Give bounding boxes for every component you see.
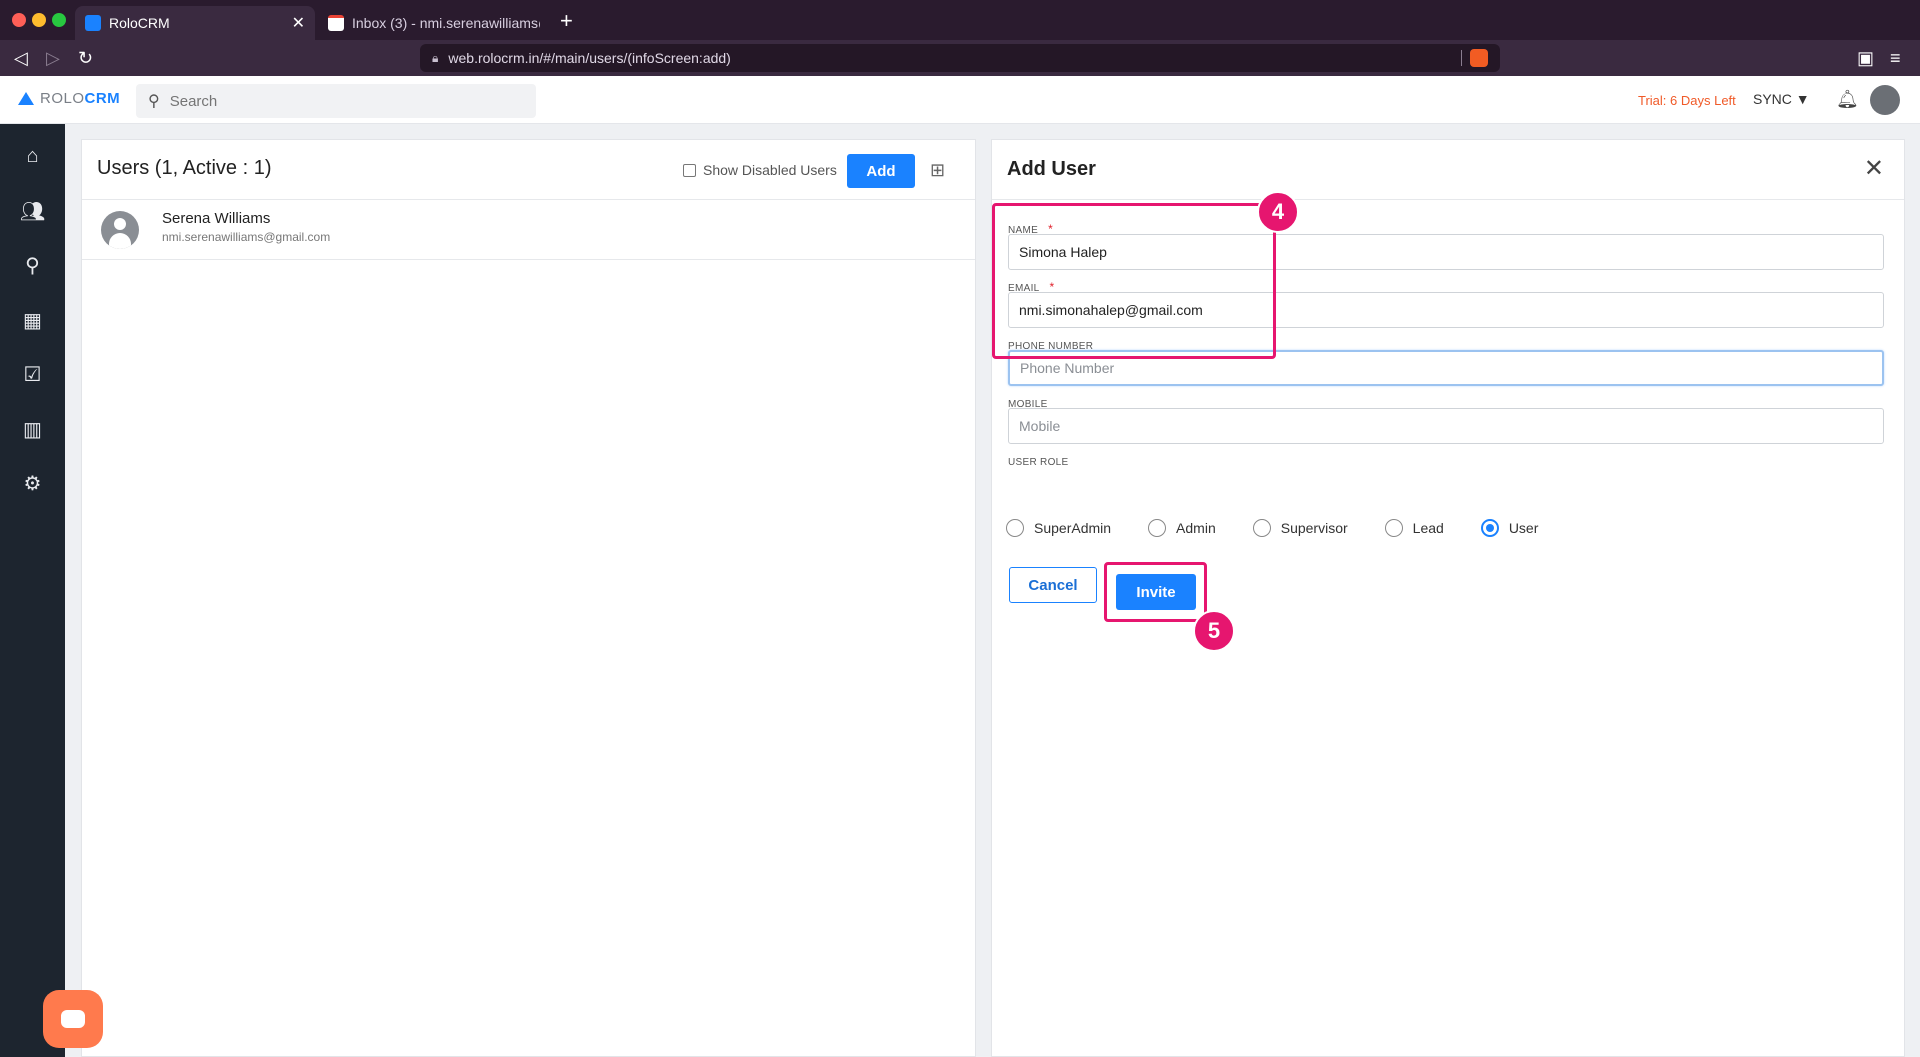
user-avatar (101, 211, 139, 249)
profile-avatar[interactable] (1870, 85, 1900, 115)
user-email: nmi.serenawilliams@gmail.com (162, 230, 331, 244)
sync-dropdown[interactable]: SYNC ▼ (1753, 91, 1810, 107)
logo-mark-icon (18, 92, 34, 105)
radio-lead[interactable] (1384, 519, 1403, 537)
rolocrm-logo[interactable]: ROLO CRM (18, 90, 120, 107)
sidebar-item-locations[interactable]: ⚲ (0, 245, 65, 285)
people-icon: 👥︎ (19, 200, 46, 223)
role-superadmin[interactable]: SuperAdmin (1006, 519, 1111, 537)
caret-down-icon: ▼ (1795, 91, 1810, 107)
lock-icon: 🔒︎ (432, 50, 439, 65)
user-name: Serena Williams (162, 210, 271, 227)
clipboard-check-icon: ☑ (23, 363, 42, 386)
mobile-field[interactable] (1008, 408, 1884, 444)
search-box: ⚲ (136, 84, 536, 118)
role-label: Lead (1412, 520, 1444, 536)
search-icon: ⚲ (148, 93, 160, 110)
chat-icon (61, 1010, 85, 1028)
annotation-box-invite (1104, 562, 1207, 622)
forward-icon[interactable]: ▷ (46, 48, 60, 68)
map-pin-icon: ⚲ (25, 254, 40, 277)
app-header: ROLO CRM ⚲ Trial: 6 Days Left SYNC ▼ 🔔︎ (0, 76, 1920, 124)
tab-rolocrm[interactable]: RoloCRM ✕ (75, 6, 315, 40)
user-list-item[interactable]: Serena Williams nmi.serenawilliams@gmail… (82, 200, 975, 260)
users-panel: Users (1, Active : 1) Show Disabled User… (81, 139, 976, 1057)
show-disabled-checkbox[interactable] (683, 163, 696, 177)
role-admin[interactable]: Admin (1148, 519, 1216, 537)
add-user-button[interactable]: Add (847, 154, 915, 188)
show-disabled-users-toggle[interactable]: Show Disabled Users (683, 162, 837, 178)
user-role-group: SuperAdmin Admin Supervisor Lead User (1006, 519, 1575, 537)
role-user[interactable]: User (1480, 519, 1539, 537)
users-title: Users (1, Active : 1) (97, 157, 272, 179)
rolocrm-favicon-icon (85, 15, 101, 31)
role-label: User (1508, 520, 1539, 536)
annotation-badge-5: 5 (1193, 610, 1235, 652)
bell-icon[interactable]: 🔔︎ (1836, 89, 1859, 110)
radio-admin[interactable] (1148, 519, 1167, 537)
close-icon[interactable]: ✕ (1864, 154, 1884, 183)
url-text: web.rolocrm.in/#/main/users/(infoScreen:… (448, 50, 731, 66)
show-disabled-label: Show Disabled Users (703, 162, 837, 178)
building-icon: ▥ (23, 418, 42, 441)
chat-widget-button[interactable] (43, 990, 103, 1048)
sidebar-item-settings[interactable]: ⚙ (0, 463, 65, 503)
wallet-icon[interactable]: ▣ (1857, 48, 1874, 69)
search-input[interactable] (169, 92, 510, 110)
org-chart-icon[interactable]: ⊞ (930, 160, 945, 181)
tab-gmail[interactable]: Inbox (3) - nmi.serenawilliams@gm (318, 6, 550, 40)
users-panel-header: Users (1, Active : 1) Show Disabled User… (82, 140, 975, 200)
add-user-title: Add User (1007, 158, 1096, 180)
reload-icon[interactable]: ↻ (78, 48, 93, 68)
calendar-icon: ▦ (23, 309, 42, 332)
role-lead[interactable]: Lead (1384, 519, 1444, 537)
close-window-button[interactable] (12, 13, 26, 27)
gmail-favicon-icon (328, 15, 344, 31)
role-label: Admin (1176, 520, 1216, 536)
annotation-badge-4: 4 (1257, 191, 1299, 233)
sidebar-item-home[interactable]: ⌂ (0, 136, 65, 176)
sidebar-item-tasks[interactable]: ☑ (0, 354, 65, 394)
address-bar[interactable]: 🔒︎ web.rolocrm.in/#/main/users/(infoScre… (420, 44, 1500, 72)
radio-supervisor[interactable] (1252, 519, 1271, 537)
radio-superadmin[interactable] (1006, 519, 1024, 537)
add-user-header: Add User ✕ (992, 140, 1904, 200)
sidebar-item-reports[interactable]: ▥ (0, 409, 65, 449)
tab-title: Inbox (3) - nmi.serenawilliams@gm (352, 15, 540, 31)
role-label: Supervisor (1280, 520, 1348, 536)
url-divider (1461, 50, 1462, 66)
home-icon: ⌂ (26, 144, 39, 167)
role-supervisor[interactable]: Supervisor (1252, 519, 1348, 537)
logo-crm-text: CRM (84, 90, 121, 107)
sidebar-item-calendar[interactable]: ▦ (0, 300, 65, 340)
cancel-button[interactable]: Cancel (1009, 567, 1097, 603)
left-sidebar: ⌂ 👥︎ ⚲ ▦ ☑ ▥ ⚙ (0, 124, 65, 1057)
user-role-label: USER ROLE (1008, 457, 1069, 468)
brave-shields-icon[interactable] (1470, 49, 1488, 67)
gear-icon: ⚙ (23, 472, 42, 495)
sidebar-item-contacts[interactable]: 👥︎ (0, 191, 65, 231)
browser-toolbar: ◁ ▷ ↻ 🔒︎ web.rolocrm.in/#/main/users/(in… (0, 40, 1920, 76)
back-icon[interactable]: ◁ (14, 48, 28, 68)
radio-user[interactable] (1480, 519, 1499, 537)
trial-status-text[interactable]: Trial: 6 Days Left (1638, 93, 1736, 108)
minimize-window-button[interactable] (32, 13, 46, 27)
role-label: SuperAdmin (1034, 520, 1112, 536)
annotation-box-name-email (992, 203, 1276, 359)
tab-title: RoloCRM (109, 15, 170, 31)
browser-tab-bar: RoloCRM ✕ Inbox (3) - nmi.serenawilliams… (0, 0, 1920, 40)
close-tab-icon[interactable]: ✕ (292, 13, 305, 33)
logo-rolo-text: ROLO (40, 90, 85, 107)
zoom-window-button[interactable] (52, 13, 66, 27)
menu-icon[interactable]: ≡ (1890, 48, 1901, 69)
sync-label: SYNC (1753, 91, 1792, 107)
new-tab-plus-icon[interactable]: + (560, 10, 573, 32)
